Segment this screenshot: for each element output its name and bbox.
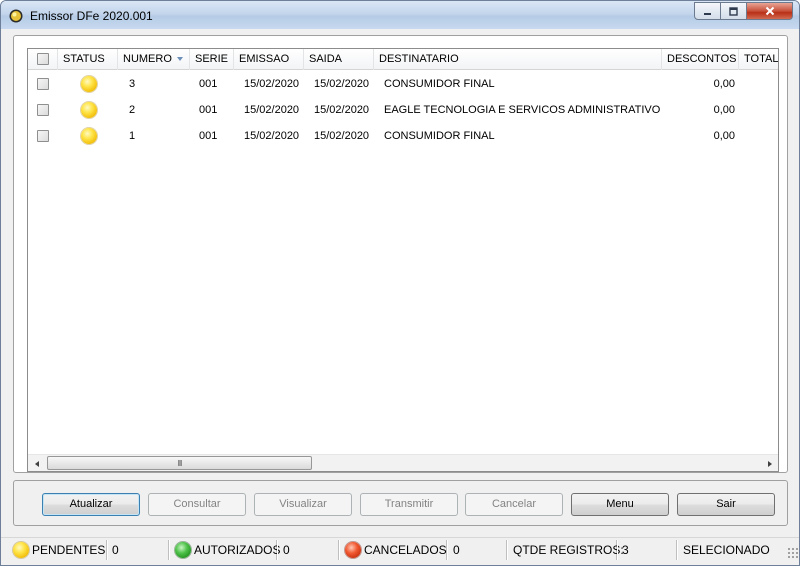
cell-emissao: 15/02/2020 (244, 130, 300, 142)
autorizados-count: 0 (283, 543, 290, 557)
col-numero[interactable]: NUMERO (118, 49, 190, 70)
cell-emissao: 15/02/2020 (244, 104, 300, 116)
col-numero-label: NUMERO (123, 53, 172, 65)
close-icon (765, 6, 774, 16)
status-qtde-registros: QTDE REGISTROS: (507, 540, 624, 560)
col-saida[interactable]: SAIDA (304, 49, 374, 70)
status-cancelados-count: 0 (447, 540, 507, 560)
arrow-right-icon (767, 460, 772, 467)
col-serie[interactable]: SERIE (190, 49, 234, 70)
transmitir-button[interactable]: Transmitir (360, 493, 458, 516)
menu-button[interactable]: Menu (571, 493, 669, 516)
client-area: STATUS NUMERO SERIE EMISSAO SAIDA DESTIN… (9, 31, 791, 561)
window-controls (694, 2, 793, 20)
selecionado-label: SELECIONADO (683, 543, 770, 557)
cell-destinatario: EAGLE TECNOLOGIA E SERVICOS ADMINISTRATI… (384, 104, 660, 116)
grid-panel: STATUS NUMERO SERIE EMISSAO SAIDA DESTIN… (13, 35, 788, 473)
maximize-button[interactable] (721, 2, 747, 20)
cell-emissao: 15/02/2020 (244, 78, 300, 90)
maximize-icon (729, 6, 738, 16)
cell-destinatario: CONSUMIDOR FINAL (384, 78, 495, 90)
title-bar[interactable]: Emissor DFe 2020.001 (1, 1, 799, 29)
table-row[interactable]: 2 001 15/02/2020 15/02/2020 EAGLE TECNOL… (28, 97, 778, 123)
status-autorizados-count: 0 (277, 540, 339, 560)
scroll-left-button[interactable] (28, 455, 45, 471)
status-pendentes: PENDENTES (5, 540, 107, 560)
cell-descontos: 0,00 (713, 104, 735, 116)
visualizar-button[interactable]: Visualizar (254, 493, 352, 516)
arrow-left-icon (34, 460, 39, 467)
table-row[interactable]: 3 001 15/02/2020 15/02/2020 CONSUMIDOR F… (28, 71, 778, 97)
app-icon (9, 9, 23, 23)
status-pending-icon (81, 128, 97, 144)
cell-destinatario: CONSUMIDOR FINAL (384, 130, 495, 142)
cell-serie: 001 (199, 104, 218, 116)
col-descontos[interactable]: DESCONTOS (662, 49, 739, 70)
pendentes-count: 0 (112, 543, 119, 557)
main-window: Emissor DFe 2020.001 STATUS NUMERO SERIE… (0, 0, 800, 566)
status-cancelados: CANCELADOS (339, 540, 447, 560)
atualizar-button[interactable]: Atualizar (42, 493, 140, 516)
header-select-all-cell (28, 49, 58, 70)
cell-numero: 2 (129, 104, 136, 116)
sort-desc-icon (176, 57, 183, 62)
row-checkbox[interactable] (37, 104, 49, 116)
select-all-checkbox[interactable] (37, 53, 49, 65)
status-pending-icon (81, 102, 97, 118)
cell-numero: 3 (129, 78, 136, 90)
authorized-status-icon (175, 542, 191, 558)
cancelar-button[interactable]: Cancelar (465, 493, 563, 516)
autorizados-label: AUTORIZADOS (194, 543, 281, 557)
cell-saida: 15/02/2020 (314, 130, 370, 142)
cell-descontos: 0,00 (713, 130, 735, 142)
cell-saida: 15/02/2020 (314, 104, 370, 116)
status-autorizados: AUTORIZADOS (169, 540, 281, 560)
cancelados-count: 0 (453, 543, 460, 557)
resize-grip-icon[interactable] (787, 547, 799, 559)
status-bar: PENDENTES 0 AUTORIZADOS 0 CANCELADOS 0 Q… (1, 537, 799, 561)
col-total[interactable]: TOTAL (739, 49, 778, 70)
horizontal-scrollbar[interactable]: III (28, 454, 778, 471)
consultar-button[interactable]: Consultar (148, 493, 246, 516)
minimize-icon (704, 12, 711, 15)
scroll-right-button[interactable] (761, 455, 778, 471)
grid-header: STATUS NUMERO SERIE EMISSAO SAIDA DESTIN… (28, 49, 778, 70)
table-row[interactable]: 1 001 15/02/2020 15/02/2020 CONSUMIDOR F… (28, 123, 778, 149)
documents-grid: STATUS NUMERO SERIE EMISSAO SAIDA DESTIN… (27, 48, 779, 472)
minimize-button[interactable] (694, 2, 721, 20)
cell-descontos: 0,00 (713, 78, 735, 90)
col-emissao[interactable]: EMISSAO (234, 49, 304, 70)
pendentes-label: PENDENTES (32, 543, 106, 557)
row-checkbox[interactable] (37, 130, 49, 142)
cancelled-status-icon (345, 542, 361, 558)
sair-button[interactable]: Sair (677, 493, 775, 516)
cancelados-label: CANCELADOS (364, 543, 447, 557)
status-pending-icon (81, 76, 97, 92)
status-pendentes-count: 0 (107, 540, 169, 560)
qtde-count: 3 (622, 543, 629, 557)
qtde-label: QTDE REGISTROS: (513, 543, 624, 557)
row-checkbox[interactable] (37, 78, 49, 90)
window-title: Emissor DFe 2020.001 (30, 9, 153, 23)
col-destinatario[interactable]: DESTINATARIO (374, 49, 662, 70)
cell-serie: 001 (199, 130, 218, 142)
cell-serie: 001 (199, 78, 218, 90)
cell-numero: 1 (129, 130, 136, 142)
button-panel: Atualizar Consultar Visualizar Transmiti… (13, 480, 788, 526)
status-qtde-count: 3 (617, 540, 677, 560)
pending-status-icon (13, 542, 29, 558)
col-status[interactable]: STATUS (58, 49, 118, 70)
scroll-thumb[interactable]: III (47, 456, 312, 470)
close-button[interactable] (747, 2, 793, 20)
cell-saida: 15/02/2020 (314, 78, 370, 90)
status-selecionado: SELECIONADO (677, 540, 785, 560)
